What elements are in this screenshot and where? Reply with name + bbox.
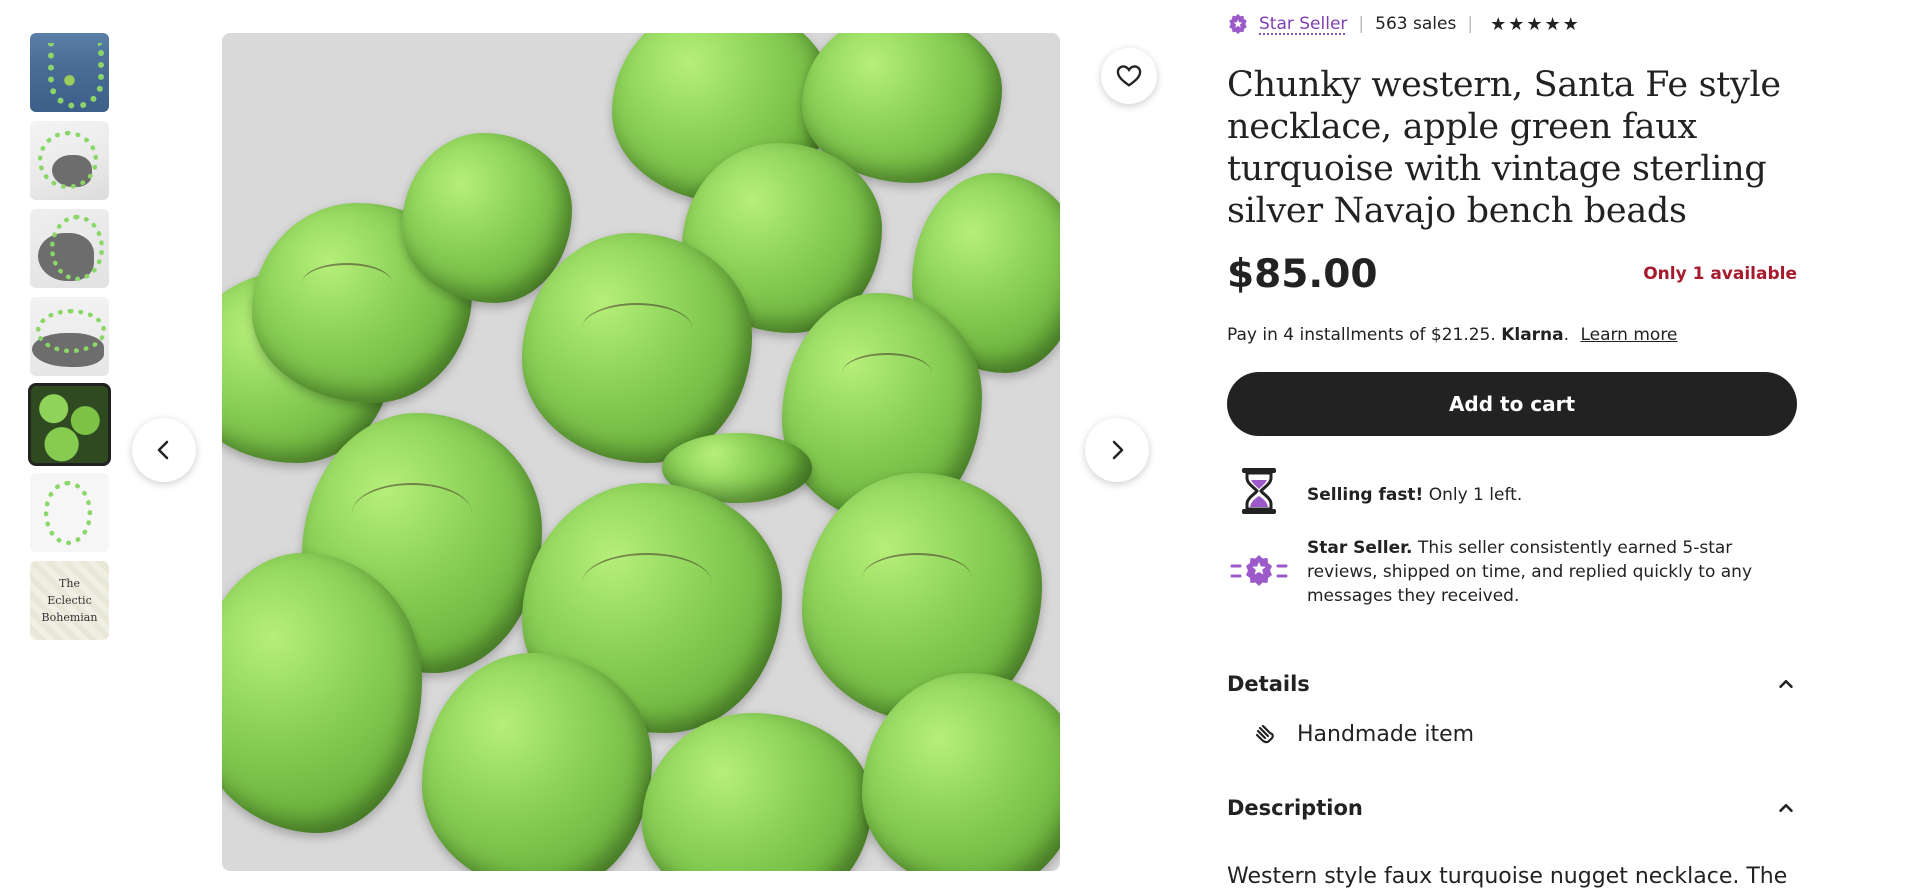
hand-icon [1255, 724, 1274, 743]
chevron-left-icon [157, 440, 169, 460]
star-icon: ★ [1508, 13, 1525, 35]
thumbnail-7[interactable]: The Eclectic Bohemian [30, 561, 109, 640]
description-text: Western style faux turquoise nugget neck… [1227, 864, 1788, 889]
thumbnail-list: The Eclectic Bohemian [28, 33, 111, 649]
star-seller-label: Star Seller. [1307, 538, 1413, 558]
description-heading: Description [1227, 796, 1363, 820]
thumbnail-5[interactable] [28, 383, 111, 466]
chevron-up-icon [1779, 679, 1793, 689]
star-seller-highlight: Star Seller. This seller consistently ea… [1227, 536, 1797, 608]
thumbnail-3[interactable] [30, 209, 109, 288]
main-product-image [222, 33, 1060, 871]
divider: | [1467, 14, 1474, 34]
thumbnail-1[interactable] [30, 33, 109, 112]
chevron-right-icon [1112, 440, 1124, 460]
learn-more-link[interactable]: Learn more [1580, 325, 1677, 345]
next-image-button[interactable] [1085, 418, 1149, 482]
thumbnail-4[interactable] [30, 297, 109, 376]
hourglass-icon [1242, 468, 1276, 514]
thumbnail-6[interactable] [30, 473, 109, 552]
rating-stars[interactable]: ★ ★ ★ ★ ★ [1490, 14, 1579, 35]
availability-notice: Only 1 available [1643, 264, 1797, 284]
selling-fast-label: Selling fast! [1307, 485, 1424, 505]
star-icon: ★ [1490, 13, 1507, 35]
details-section-toggle[interactable]: Details [1227, 672, 1797, 696]
product-title: Chunky western, Santa Fe style necklace,… [1227, 65, 1781, 231]
add-to-cart-button[interactable]: Add to cart [1227, 372, 1797, 436]
previous-image-button[interactable] [132, 418, 196, 482]
seller-info-row: Star Seller | 563 sales | ★ ★ ★ ★ ★ [1227, 13, 1579, 35]
sales-count: 563 sales [1375, 14, 1457, 34]
klarna-logo: Klarna [1501, 325, 1564, 345]
star-seller-badge-icon [1229, 13, 1247, 35]
handmade-item-row: Handmade item [1253, 722, 1474, 747]
star-icon: ★ [1562, 13, 1579, 35]
shop-logo-text: The Eclectic Bohemian [41, 577, 98, 624]
star-seller-badge-icon [1230, 555, 1288, 586]
thumbnail-2[interactable] [30, 121, 109, 200]
selling-fast-highlight: Selling fast! Only 1 left. [1227, 466, 1797, 516]
star-seller-link[interactable]: Star Seller [1259, 14, 1347, 34]
product-price: $85.00 [1227, 252, 1378, 297]
handmade-label: Handmade item [1297, 722, 1475, 747]
klarna-installments: Pay in 4 installments of $21.25. Klarna.… [1227, 325, 1677, 345]
klarna-text: Pay in 4 installments of $21.25. [1227, 325, 1496, 345]
description-section-toggle[interactable]: Description [1227, 796, 1797, 820]
star-icon: ★ [1526, 13, 1543, 35]
heart-icon [1116, 65, 1142, 87]
chevron-up-icon [1779, 803, 1793, 813]
details-heading: Details [1227, 672, 1310, 696]
klarna-dot: . [1563, 325, 1570, 345]
selling-fast-text: Only 1 left. [1423, 485, 1523, 505]
favorite-button[interactable] [1101, 48, 1157, 104]
divider: | [1358, 14, 1365, 34]
star-icon: ★ [1544, 13, 1561, 35]
